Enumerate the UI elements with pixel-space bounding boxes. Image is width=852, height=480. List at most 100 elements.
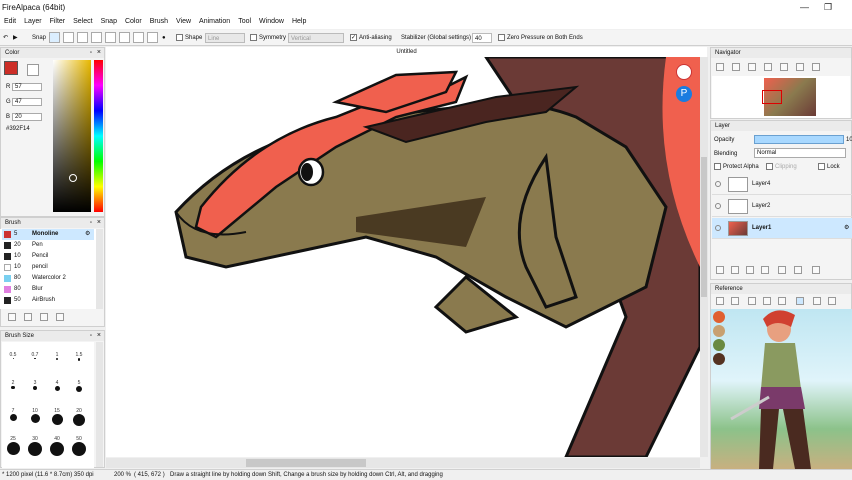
brush-item-monoline[interactable]: 5 Monoline ⚙	[2, 229, 94, 240]
add-brush-icon[interactable]	[8, 313, 16, 321]
layer-row-layer2[interactable]: Layer2	[712, 196, 852, 217]
canvas-vertical-scrollbar[interactable]	[700, 57, 708, 457]
duplicate-brush-icon[interactable]	[40, 313, 48, 321]
brush-size-option[interactable]: 0.7	[24, 350, 46, 364]
antialias-toggle[interactable]: Anti-aliasing	[350, 33, 392, 43]
minimize-button[interactable]: —	[800, 2, 809, 12]
folder-icon[interactable]	[24, 313, 32, 321]
g-field[interactable]: 47	[12, 98, 42, 106]
document-tab[interactable]: Untitled	[106, 47, 707, 57]
dock-icon[interactable]: ▫	[90, 48, 92, 58]
symmetry-toggle[interactable]: Symmetry	[250, 33, 286, 43]
menu-animation[interactable]: Animation	[195, 16, 234, 25]
r-field[interactable]: 57	[12, 83, 42, 91]
canvas-vertical-scroll-thumb[interactable]	[701, 157, 707, 297]
hue-slider[interactable]	[94, 60, 103, 212]
symmetry-select[interactable]: Vertical	[288, 33, 344, 43]
flip-icon[interactable]	[812, 63, 820, 71]
brush-size-option[interactable]: 1.5	[68, 350, 90, 364]
menu-view[interactable]: View	[172, 16, 195, 25]
brush-size-scrollbar[interactable]	[96, 342, 103, 467]
dock-icon[interactable]: ▫	[90, 331, 92, 341]
brush-size-option[interactable]: 25	[2, 434, 24, 455]
zoom-out-icon[interactable]	[763, 297, 771, 305]
brush-size-option[interactable]: 5	[68, 378, 90, 392]
zoom-fit-icon[interactable]	[748, 63, 756, 71]
menu-select[interactable]: Select	[69, 16, 96, 25]
maximize-button[interactable]: ❐	[824, 2, 832, 13]
snap-grid-icon[interactable]	[147, 32, 158, 43]
zero-pressure-checkbox[interactable]	[498, 33, 505, 41]
reference-image[interactable]	[711, 309, 852, 469]
brush-size-option[interactable]: 2	[2, 378, 24, 392]
rotate-left-icon[interactable]	[813, 297, 821, 305]
navigator-viewport[interactable]	[762, 90, 782, 104]
brush-size-option[interactable]: 10	[24, 406, 46, 423]
rotate-reset-icon[interactable]	[780, 63, 788, 71]
snap-settings-icon[interactable]: ●	[162, 33, 166, 43]
merge-layer-icon[interactable]	[794, 266, 802, 274]
close-icon[interactable]: ×	[97, 218, 101, 228]
menu-tool[interactable]: Tool	[234, 16, 255, 25]
snap-radial-icon[interactable]	[105, 32, 116, 43]
brush-item-blur[interactable]: 80 Blur	[2, 284, 94, 295]
stabilizer-select[interactable]: 40	[472, 33, 492, 43]
snap-parallel-icon[interactable]	[63, 32, 74, 43]
rotate-right-icon[interactable]	[828, 297, 836, 305]
brush-size-option[interactable]: 3	[24, 378, 46, 392]
brush-size-option[interactable]: 1	[46, 350, 68, 364]
close-icon[interactable]: ×	[97, 48, 101, 58]
layer-row-layer1[interactable]: Layer1 ⚙	[712, 218, 852, 239]
brush-item-pencil-alt[interactable]: 10 pencil	[2, 262, 94, 273]
canvas-horizontal-scrollbar[interactable]	[106, 458, 700, 468]
brush-size-option[interactable]: 30	[24, 434, 46, 456]
play-icon[interactable]: ▶	[13, 33, 18, 43]
brush-size-option[interactable]: 40	[46, 434, 68, 456]
close-icon[interactable]: ×	[97, 331, 101, 341]
eyedropper-icon[interactable]	[796, 297, 804, 305]
trash-icon[interactable]	[812, 266, 820, 274]
brush-list-scrollbar[interactable]	[96, 229, 103, 309]
secondary-color-swatch[interactable]	[27, 64, 39, 76]
b-field[interactable]: 20	[12, 113, 42, 121]
clipping-checkbox[interactable]	[766, 163, 773, 170]
rotate-right-icon[interactable]	[796, 63, 804, 71]
navigator-preview[interactable]	[712, 76, 850, 118]
dock-icon[interactable]: ▫	[90, 218, 92, 228]
protect-alpha-checkbox[interactable]	[714, 163, 721, 170]
pixiv-icon[interactable]: P	[676, 86, 692, 102]
lock-toggle[interactable]: Lock	[818, 163, 840, 170]
brush-size-option[interactable]: 4	[46, 378, 68, 392]
gear-icon[interactable]: ⚙	[844, 224, 849, 231]
snap-vanish-icon[interactable]	[91, 32, 102, 43]
menu-help[interactable]: Help	[288, 16, 310, 25]
shape-checkbox[interactable]	[176, 33, 183, 41]
open-image-icon[interactable]	[716, 297, 724, 305]
zero-pressure-toggle[interactable]: Zero Pressure on Both Ends	[498, 33, 583, 43]
snap-circle-icon[interactable]	[119, 32, 130, 43]
trash-icon[interactable]	[731, 297, 739, 305]
menu-filter[interactable]: Filter	[46, 16, 70, 25]
brush-size-option[interactable]: 7	[2, 406, 24, 421]
protect-alpha-toggle[interactable]: Protect Alpha	[714, 163, 759, 170]
new-folder-icon[interactable]	[761, 266, 769, 274]
undo-icon[interactable]: ↶	[3, 33, 8, 43]
eye-icon[interactable]	[715, 181, 721, 187]
saturation-value-picker[interactable]	[53, 60, 91, 212]
menu-brush[interactable]: Brush	[146, 16, 172, 25]
snap-off-icon[interactable]	[49, 32, 60, 43]
rotate-left-icon[interactable]	[764, 63, 772, 71]
clipping-toggle[interactable]: Clipping	[766, 163, 797, 170]
new-layer-icon[interactable]	[716, 266, 724, 274]
brush-item-pen[interactable]: 20 Pen	[2, 240, 94, 251]
brush-size-option[interactable]: 15	[46, 406, 68, 425]
lock-checkbox[interactable]	[818, 163, 825, 170]
patreon-icon[interactable]	[676, 64, 692, 80]
menu-color[interactable]: Color	[121, 16, 146, 25]
shape-select[interactable]: Line	[205, 33, 245, 43]
zoom-out-icon[interactable]	[732, 63, 740, 71]
shape-toggle[interactable]: Shape	[176, 33, 202, 43]
zoom-fit-icon[interactable]	[778, 297, 786, 305]
new-1bit-layer-icon[interactable]	[746, 266, 754, 274]
eye-icon[interactable]	[715, 203, 721, 209]
